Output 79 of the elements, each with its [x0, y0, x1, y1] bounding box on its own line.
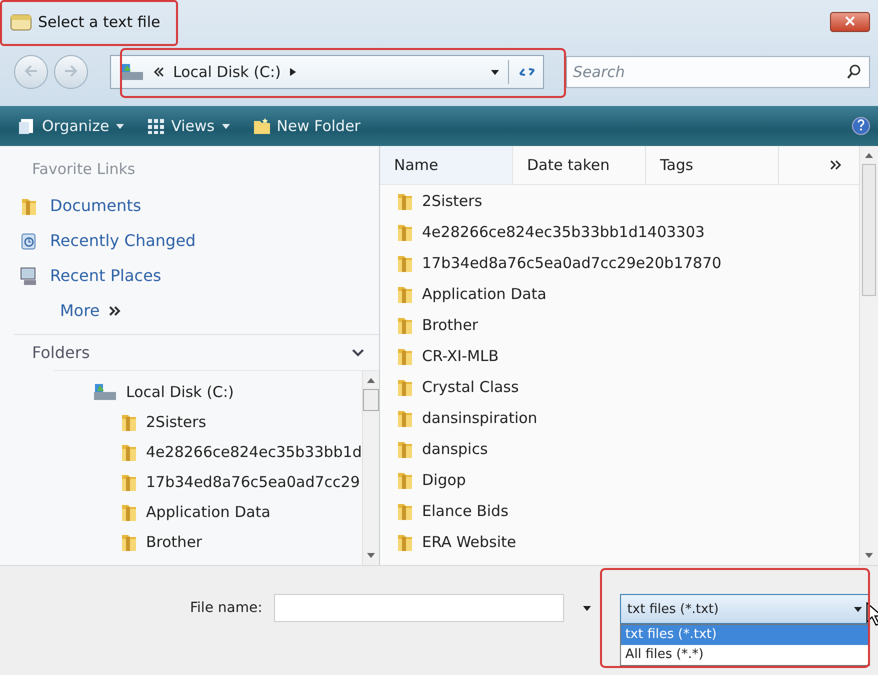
- file-item[interactable]: Brother: [380, 309, 859, 340]
- drive-icon: [119, 62, 145, 82]
- clock-icon: [20, 230, 38, 250]
- column-header[interactable]: Name: [380, 146, 513, 184]
- scrollbar[interactable]: [362, 371, 379, 565]
- arrow-left-icon: [24, 64, 38, 76]
- double-chevron-icon: [108, 306, 122, 316]
- scroll-down-icon: [366, 553, 375, 559]
- scrollbar[interactable]: [859, 146, 878, 565]
- pages-icon: [18, 117, 36, 135]
- address-path: Local Disk (C:): [173, 63, 281, 81]
- more-link[interactable]: More: [14, 293, 379, 328]
- file-name-field[interactable]: [274, 594, 564, 622]
- file-item[interactable]: 17b34ed8a76c5ea0ad7cc29e20b17870: [380, 247, 859, 278]
- scroll-thumb[interactable]: [362, 389, 379, 411]
- close-icon: [845, 16, 855, 26]
- dialog-icon: [10, 12, 32, 32]
- tree-item[interactable]: Brother: [54, 527, 362, 557]
- file-item[interactable]: Elance Bids: [380, 495, 859, 526]
- column-header[interactable]: Date taken: [513, 146, 646, 184]
- folder-icon: [120, 502, 138, 522]
- favorite-link[interactable]: Recent Places: [14, 258, 379, 293]
- field-label: File name:: [190, 600, 262, 616]
- file-item[interactable]: 2Sisters: [380, 185, 859, 216]
- folder-icon: [120, 532, 138, 552]
- scroll-up-icon: [865, 152, 873, 158]
- tree-item[interactable]: Application Data: [54, 497, 362, 527]
- dropdown-option[interactable]: txt files (*.txt): [621, 625, 870, 645]
- dropdown-caret-icon: [853, 605, 864, 613]
- question-mark-icon: [857, 118, 865, 130]
- tree-item[interactable]: 2Sisters: [54, 407, 362, 437]
- file-item[interactable]: Crystal Class: [380, 371, 859, 402]
- section-heading: Favorite Links: [32, 160, 136, 178]
- arrow-right-icon: [64, 64, 78, 76]
- tree-item[interactable]: Local Disk (C:): [54, 377, 362, 407]
- caret-icon: [220, 122, 231, 130]
- scroll-down-icon: [865, 553, 873, 559]
- chevron-icon: [153, 66, 165, 78]
- file-item[interactable]: dansinspiration: [380, 402, 859, 433]
- scroll-thumb[interactable]: [862, 164, 876, 296]
- column-header[interactable]: Tags: [646, 146, 779, 184]
- help-button[interactable]: [852, 117, 870, 135]
- toolbar-button[interactable]: New Folder: [248, 115, 364, 137]
- caret-icon: [115, 122, 126, 130]
- folder-icon: [120, 442, 138, 462]
- window-title: Select a text file: [38, 13, 160, 31]
- address-bar[interactable]: Local Disk (C:): [110, 55, 544, 89]
- file-item[interactable]: Digop: [380, 464, 859, 495]
- file-item[interactable]: 4e28266ce824ec35b33bb1d1403303: [380, 216, 859, 247]
- collapse-chevron-icon: [351, 348, 365, 358]
- drive-icon: [92, 382, 118, 402]
- favorite-link[interactable]: Recently Changed: [14, 223, 379, 258]
- file-item[interactable]: CR-XI-MLB: [380, 340, 859, 371]
- grid-icon: [147, 117, 166, 135]
- tree-item[interactable]: 4e28266ce824ec35b33bb1d: [54, 437, 362, 467]
- dropdown-option[interactable]: All files (*.*): [621, 645, 870, 665]
- file-item[interactable]: ERA Website: [380, 526, 859, 557]
- back-button[interactable]: [14, 55, 48, 89]
- arrow-right-icon: [288, 67, 297, 77]
- search-field[interactable]: Search: [566, 56, 870, 88]
- file-item[interactable]: Application Data: [380, 278, 859, 309]
- tree-item[interactable]: 17b34ed8a76c5ea0ad7cc29: [54, 467, 362, 497]
- folder-icon: [120, 412, 138, 432]
- close-button[interactable]: [830, 12, 870, 32]
- file-item[interactable]: danspics: [380, 433, 859, 464]
- dropdown-caret-icon: [582, 604, 592, 612]
- search-icon: [846, 64, 862, 80]
- toolbar-button[interactable]: Organize: [14, 115, 130, 137]
- forward-button[interactable]: [54, 55, 88, 89]
- double-chevron-icon: [829, 160, 843, 170]
- toolbar-button[interactable]: Views: [143, 115, 235, 137]
- section-heading: Folders: [32, 343, 90, 362]
- folder-icon: [120, 472, 138, 492]
- scroll-up-icon: [366, 377, 375, 383]
- favorite-link[interactable]: Documents: [14, 188, 379, 223]
- folder-icon: [252, 117, 271, 135]
- dropdown-caret-icon: [490, 68, 500, 76]
- file-type-dropdown[interactable]: txt files (*.txt): [620, 594, 870, 624]
- computer-icon: [20, 266, 38, 286]
